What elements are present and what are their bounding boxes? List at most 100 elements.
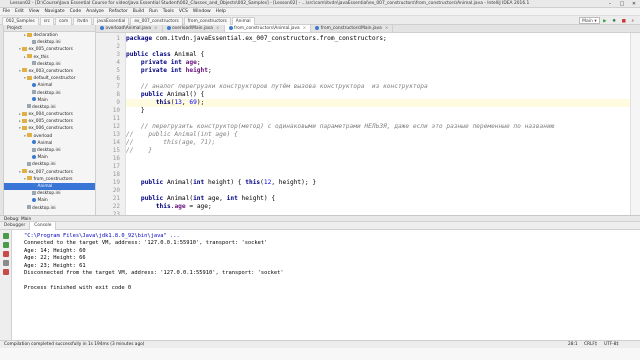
tree-node[interactable]: Animal bbox=[4, 82, 95, 89]
tree-node[interactable]: desktop.ini bbox=[4, 90, 95, 97]
editor-tab[interactable]: overload\Main.java × bbox=[163, 25, 225, 32]
tree-node[interactable]: ▾ overload bbox=[4, 133, 95, 140]
tree-node-label: ex_005_constructors bbox=[28, 47, 73, 53]
tree-node[interactable]: desktop.ini bbox=[4, 190, 95, 197]
folder-icon bbox=[27, 75, 32, 80]
console-line: "C:\Program Files\Java\jdk1.8.0_92\bin\j… bbox=[24, 233, 180, 239]
close-tab-icon[interactable]: × bbox=[385, 26, 389, 31]
folder-icon bbox=[27, 54, 32, 59]
stop-debug-icon[interactable] bbox=[2, 251, 9, 257]
class-icon bbox=[32, 197, 36, 202]
file-icon bbox=[32, 39, 36, 44]
menu-item-edit[interactable]: Edit bbox=[13, 8, 27, 16]
tree-node[interactable]: ▾ ex_006_constructors bbox=[4, 125, 95, 132]
tree-node[interactable]: Main bbox=[4, 97, 95, 104]
line-number: 7 bbox=[116, 83, 120, 90]
close-button[interactable]: ✕ bbox=[628, 0, 640, 7]
tree-node[interactable]: desktop.ini bbox=[4, 161, 95, 168]
search-icon[interactable]: ⌕ bbox=[629, 18, 636, 25]
resume-icon[interactable] bbox=[2, 242, 9, 248]
close-tab-icon[interactable]: × bbox=[154, 26, 158, 31]
file-icon bbox=[27, 104, 31, 109]
menu-item-build[interactable]: Build bbox=[130, 8, 146, 16]
tree-node[interactable]: desktop.ini bbox=[4, 39, 95, 46]
tree-node[interactable]: ▾ ex_003_constructors bbox=[4, 68, 95, 75]
editor-tab[interactable]: from_constructors\Main.java × bbox=[311, 25, 394, 32]
tree-node[interactable]: desktop.ini bbox=[4, 147, 95, 154]
close-tab-icon[interactable]: × bbox=[216, 26, 220, 31]
tree-node-label: Animal bbox=[37, 140, 53, 146]
rerun-icon[interactable] bbox=[2, 233, 9, 239]
menu-item-run[interactable]: Run bbox=[147, 8, 161, 16]
run-icon[interactable]: ▶ bbox=[601, 18, 608, 25]
debug-tab-debugger[interactable]: Debugger bbox=[0, 222, 29, 230]
code-editor[interactable]: package com.itvdn.javaEssential.ex_007_c… bbox=[126, 33, 630, 215]
tree-node[interactable]: desktop.ini bbox=[4, 61, 95, 68]
code-line: this.age = age; bbox=[155, 203, 212, 210]
code-line: private int age; bbox=[140, 59, 201, 66]
class-icon bbox=[32, 97, 36, 102]
maximize-button[interactable]: □ bbox=[616, 0, 628, 7]
folder-icon bbox=[22, 118, 27, 123]
menu-item-file[interactable]: File bbox=[0, 8, 13, 16]
tree-node[interactable]: ▾ from_constructors bbox=[4, 176, 95, 183]
tree-node[interactable]: desktop.ini bbox=[4, 104, 95, 111]
debug-icon[interactable]: ✹ bbox=[610, 18, 618, 25]
console-line: Process finished with exit code 0 bbox=[24, 284, 132, 291]
close-tab-icon[interactable]: × bbox=[303, 26, 307, 31]
tree-node[interactable]: Animal bbox=[4, 182, 95, 191]
menu-item-view[interactable]: View bbox=[26, 8, 42, 16]
tree-node[interactable]: ▸ ex_this bbox=[4, 54, 95, 61]
tree-node-label: Main bbox=[37, 97, 48, 103]
console-line: Age: 23; Height: 61 bbox=[24, 262, 86, 269]
editor-tabs: overload\Animal.java × overload\Main.java ×… bbox=[96, 25, 640, 33]
line-number: 10 bbox=[112, 107, 120, 114]
file-icon bbox=[27, 205, 31, 209]
folder-icon bbox=[22, 169, 27, 174]
tree-node[interactable]: ▸ ex_005_constructors bbox=[4, 118, 95, 125]
menu-item-vcs[interactable]: VCS bbox=[176, 8, 190, 16]
menu-item-navigate[interactable]: Navigate bbox=[42, 8, 67, 16]
menu-item-tools[interactable]: Tools bbox=[160, 8, 176, 16]
tree-node[interactable]: ▾ default_constructor bbox=[4, 75, 95, 82]
tree-node[interactable]: ▸ declaration bbox=[4, 32, 95, 39]
class-icon bbox=[32, 140, 36, 145]
tree-node[interactable]: Main bbox=[4, 154, 95, 161]
editor-tab-label: from_constructors\Animal.java bbox=[234, 26, 300, 31]
minimize-button[interactable]: – bbox=[604, 0, 616, 7]
tree-node[interactable]: ▾ ex_007_constructors bbox=[4, 169, 95, 176]
tree-node-label: overload bbox=[33, 133, 53, 139]
menu-item-help[interactable]: Help bbox=[213, 8, 228, 16]
line-number-gutter: 1234567891011121314151617181920212223 bbox=[96, 33, 126, 218]
line-number: 5 bbox=[116, 67, 120, 74]
menu-item-analyze[interactable]: Analyze bbox=[84, 8, 107, 16]
editor-tab[interactable]: overload\Animal.java × bbox=[96, 25, 163, 32]
run-config-select[interactable]: Main ▾ bbox=[579, 17, 600, 24]
breakpoints-icon[interactable] bbox=[2, 269, 9, 275]
debug-tab-console[interactable]: Console bbox=[29, 222, 57, 230]
line-number: 22 bbox=[112, 203, 120, 210]
folder-icon bbox=[22, 111, 27, 116]
file-icon bbox=[32, 147, 36, 152]
tree-node[interactable]: ▸ ex_004_constructors bbox=[4, 111, 95, 118]
menu-item-window[interactable]: Window bbox=[190, 8, 213, 16]
tree-node[interactable]: Main bbox=[4, 197, 95, 204]
editor-tab[interactable]: from_constructors\Animal.java × bbox=[224, 25, 312, 32]
menu-item-refactor[interactable]: Refactor bbox=[106, 8, 130, 16]
line-number: 8 bbox=[116, 91, 120, 98]
pause-icon[interactable] bbox=[2, 260, 9, 266]
status-bar: Compilation completed successfully in 1s… bbox=[0, 340, 640, 348]
class-icon bbox=[228, 25, 233, 30]
line-number: 4 bbox=[116, 59, 120, 66]
console-line: Age: 14; Height: 60 bbox=[24, 247, 86, 254]
class-icon bbox=[100, 25, 104, 30]
tree-node[interactable]: desktop.ini bbox=[4, 205, 95, 212]
code-line: public Animal(int age, int height) { bbox=[140, 195, 276, 202]
line-number: 3 bbox=[116, 51, 120, 58]
console-output[interactable]: "C:\Program Files\Java\jdk1.8.0_92\bin\j… bbox=[12, 230, 640, 340]
tree-node[interactable]: Animal bbox=[4, 140, 95, 147]
editor-scrollbar[interactable] bbox=[630, 33, 640, 215]
menu-item-code[interactable]: Code bbox=[67, 8, 84, 16]
stop-icon[interactable]: ■ bbox=[620, 18, 628, 25]
tree-node[interactable]: ▾ ex_005_constructors bbox=[4, 46, 95, 53]
